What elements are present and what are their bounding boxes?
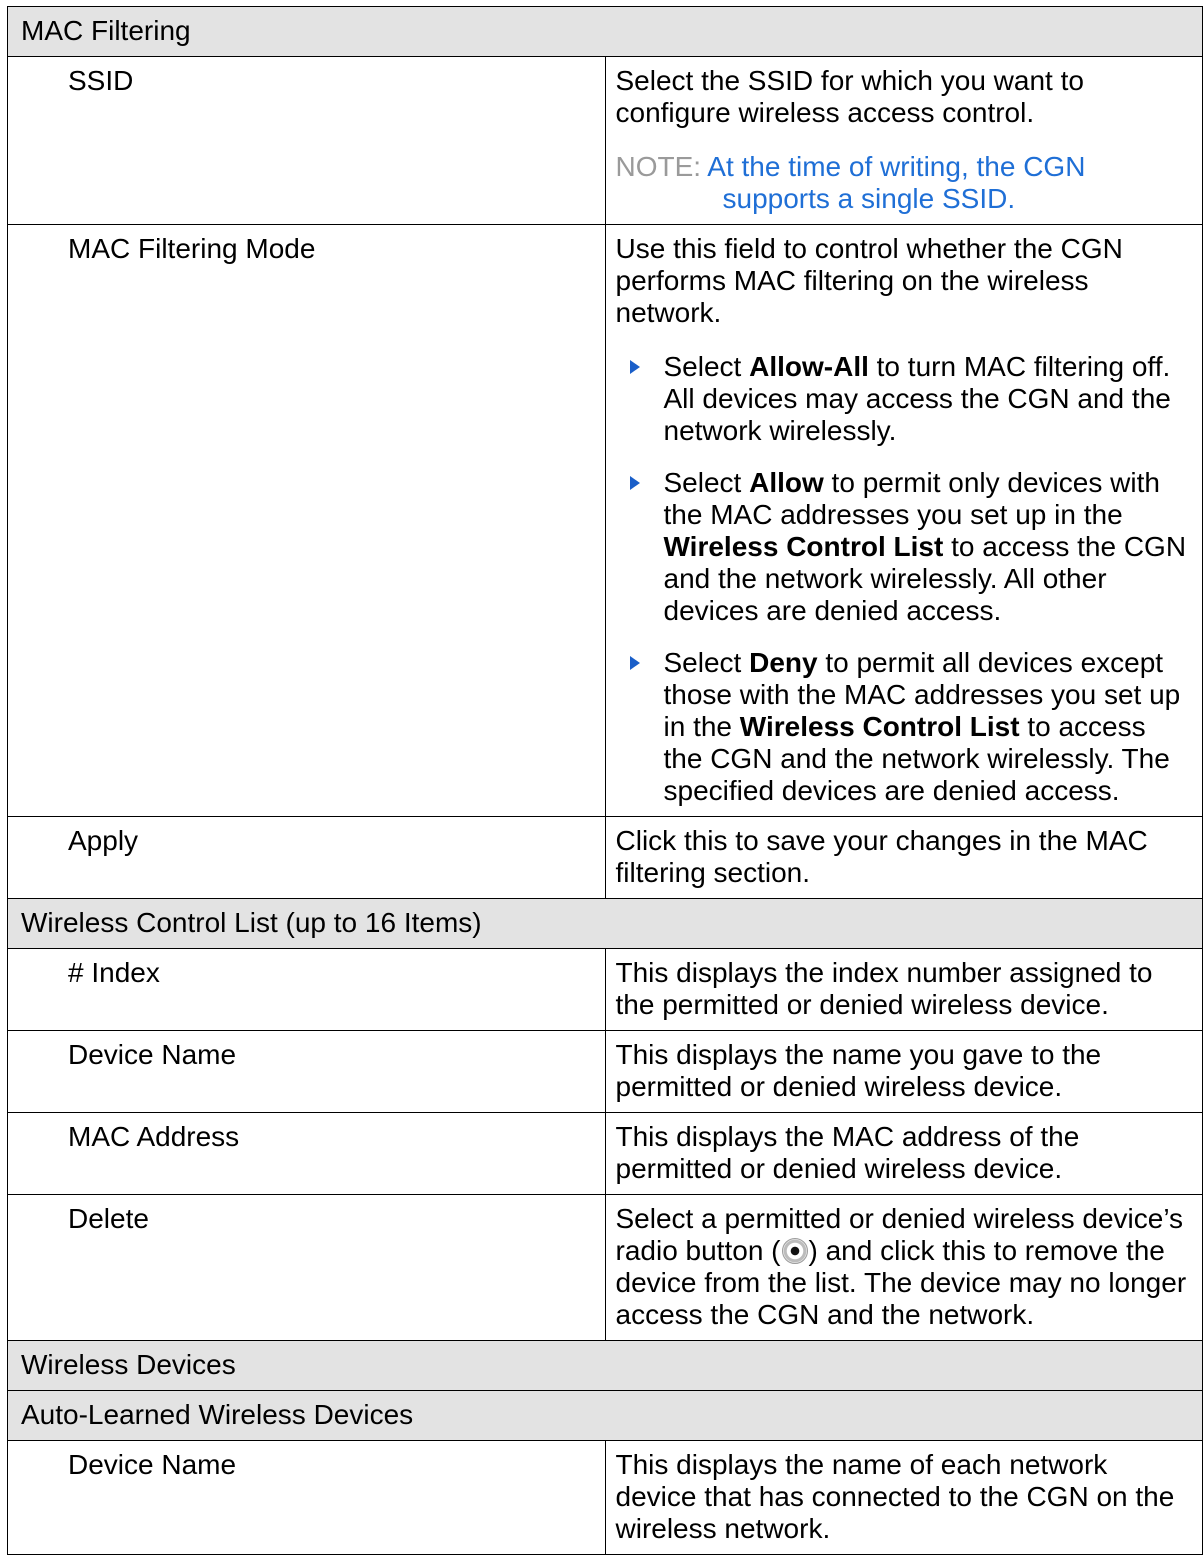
field-label: MAC Filtering Mode — [7, 224, 606, 817]
section-title: MAC Filtering — [7, 6, 1203, 57]
field-label: Device Name — [7, 1440, 606, 1555]
list-item-deny: Select Deny to permit all devices except… — [616, 647, 1193, 807]
description-text: Use this field to control whether the CG… — [615, 233, 1123, 328]
field-description: This displays the MAC address of the per… — [604, 1112, 1203, 1195]
description-text: Select the SSID for which you want to co… — [615, 65, 1084, 128]
section-title: Wireless Control List (up to 16 Items) — [7, 898, 1203, 949]
list-item-allow: Select Allow to permit only devices with… — [616, 467, 1193, 627]
list-item-allow-all: Select Allow-All to turn MAC filtering o… — [616, 351, 1193, 447]
field-label: SSID — [7, 56, 606, 225]
field-label: MAC Address — [7, 1112, 606, 1195]
note-label: NOTE: — [615, 151, 702, 182]
mode-options-list: Select Allow-All to turn MAC filtering o… — [616, 351, 1193, 807]
section-header-mac-filtering: MAC Filtering — [7, 6, 1203, 57]
triangle-bullet-icon — [629, 360, 640, 374]
triangle-bullet-icon — [629, 476, 640, 490]
section-title: Auto-Learned Wireless Devices — [7, 1390, 1203, 1441]
note-text: At the time of writing, the CGN supports… — [707, 151, 1086, 214]
bullet-text: Select — [663, 647, 750, 678]
table-row-auto-device-name: Device Name This displays the name of ea… — [7, 1440, 1203, 1555]
table-row-delete: Delete Select a permitted or denied wire… — [7, 1194, 1203, 1341]
table-row-device-name: Device Name This displays the name you g… — [7, 1030, 1203, 1113]
radio-button-icon — [781, 1238, 808, 1264]
bullet-text: Select — [663, 467, 750, 498]
bullet-bold-term: Allow — [749, 467, 824, 498]
field-description: Select the SSID for which you want to co… — [604, 56, 1203, 225]
field-label: # Index — [7, 948, 606, 1031]
field-description-table: MAC Filtering SSID Select the SSID for w… — [7, 6, 1203, 1555]
table-row-mac-address: MAC Address This displays the MAC addres… — [7, 1112, 1203, 1195]
document-page: MAC Filtering SSID Select the SSID for w… — [0, 0, 1203, 1555]
bullet-bold-term: Wireless Control List — [739, 711, 1020, 742]
field-description: This displays the index number assigned … — [604, 948, 1203, 1031]
field-label: Device Name — [7, 1030, 606, 1113]
field-description: This displays the name of each network d… — [604, 1440, 1203, 1555]
bullet-bold-term: Allow-All — [749, 351, 869, 382]
field-label: Delete — [7, 1194, 606, 1341]
section-title: Wireless Devices — [7, 1340, 1203, 1391]
bullet-bold-term: Wireless Control List — [663, 531, 944, 562]
table-row-ssid: SSID Select the SSID for which you want … — [7, 56, 1203, 225]
table-row-mac-filtering-mode: MAC Filtering Mode Use this field to con… — [7, 224, 1203, 817]
field-description: Select a permitted or denied wireless de… — [604, 1194, 1203, 1341]
field-description: This displays the name you gave to the p… — [604, 1030, 1203, 1113]
note: NOTE: At the time of writing, the CGN su… — [616, 151, 1193, 215]
section-header-wireless-devices: Wireless Devices — [7, 1340, 1203, 1391]
triangle-bullet-icon — [629, 656, 640, 670]
table-row-index: # Index This displays the index number a… — [7, 948, 1203, 1031]
section-header-wireless-control-list: Wireless Control List (up to 16 Items) — [7, 898, 1203, 949]
section-header-auto-learned-wireless-devices: Auto-Learned Wireless Devices — [7, 1390, 1203, 1441]
bullet-text: Select — [663, 351, 750, 382]
field-label: Apply — [7, 816, 606, 899]
bullet-bold-term: Deny — [749, 647, 818, 678]
field-description: Use this field to control whether the CG… — [604, 224, 1203, 817]
table-row-apply: Apply Click this to save your changes in… — [7, 816, 1203, 899]
field-description: Click this to save your changes in the M… — [604, 816, 1203, 899]
